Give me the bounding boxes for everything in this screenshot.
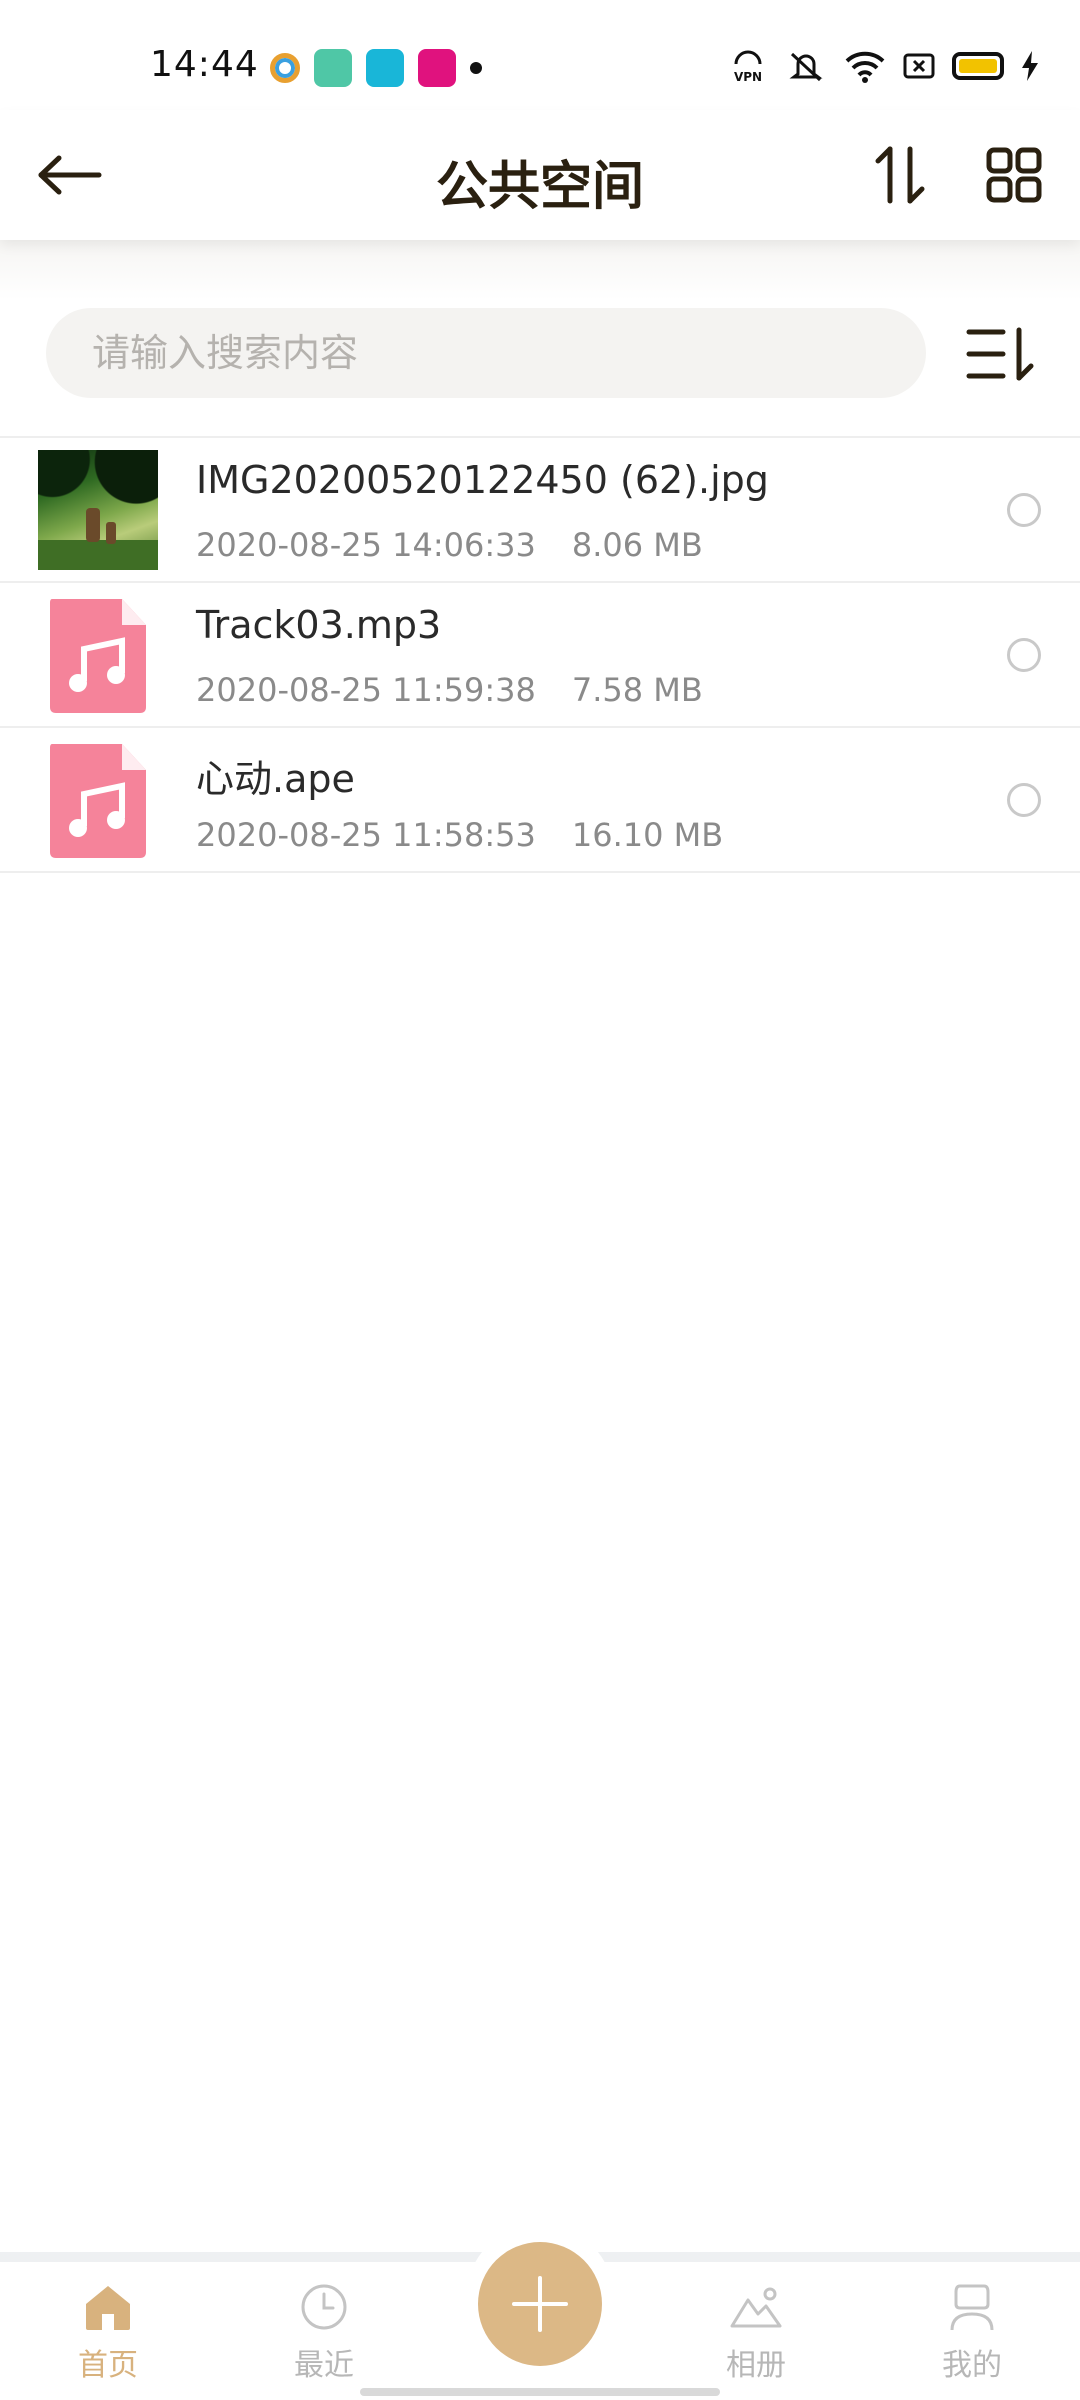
image-thumbnail: [38, 450, 158, 570]
file-list: IMG20200520122450 (62).jpg 2020-08-25 14…: [0, 436, 1080, 873]
svg-text:VPN: VPN: [734, 70, 762, 84]
file-date: 2020-08-25 11:58:53: [196, 816, 536, 854]
file-date: 2020-08-25 14:06:33: [196, 526, 536, 564]
browser-app-icon: [270, 53, 300, 83]
clock-icon: [301, 2284, 347, 2330]
system-icons: VPN: [728, 48, 1040, 84]
nav-label-album: 相册: [726, 2348, 786, 2383]
status-time: 14:44: [150, 44, 259, 85]
nav-item-recent[interactable]: 最近: [254, 2280, 394, 2390]
sort-button[interactable]: [862, 140, 938, 210]
sim-icon: [903, 53, 935, 79]
file-date: 2020-08-25 11:59:38: [196, 671, 536, 709]
notification-icons: [270, 48, 482, 88]
file-row[interactable]: 心动.ape 2020-08-25 11:58:53 16.10 MB: [0, 728, 1080, 873]
nav-item-home[interactable]: 首页: [38, 2280, 178, 2390]
file-name: 心动.ape: [196, 757, 355, 801]
file-row[interactable]: IMG20200520122450 (62).jpg 2020-08-25 14…: [0, 438, 1080, 583]
home-icon: [86, 2286, 130, 2330]
search-bar[interactable]: [46, 308, 926, 398]
nav-item-album[interactable]: 相册: [686, 2280, 826, 2390]
sort-list-icon: [966, 327, 1034, 381]
plus-icon: [512, 2276, 568, 2332]
nav-label-recent: 最近: [294, 2348, 354, 2383]
search-input[interactable]: [92, 331, 926, 375]
file-meta: 2020-08-25 11:58:53 16.10 MB: [196, 816, 723, 854]
news-app-icon: [418, 49, 456, 87]
file-size: 16.10 MB: [571, 816, 724, 854]
nav-label-mine: 我的: [942, 2348, 1002, 2383]
file-meta: 2020-08-25 14:06:33 8.06 MB: [196, 526, 703, 564]
user-icon: [950, 2284, 994, 2331]
nav-label-home: 首页: [78, 2348, 138, 2383]
file-name: Track03.mp3: [196, 603, 442, 647]
charging-icon: [1022, 51, 1038, 81]
file-name: IMG20200520122450 (62).jpg: [196, 458, 769, 502]
file-row[interactable]: Track03.mp3 2020-08-25 11:59:38 7.58 MB: [0, 583, 1080, 728]
select-radio[interactable]: [1007, 783, 1041, 817]
mountain-photo-icon: [730, 2287, 782, 2328]
audio-file-icon: [50, 599, 146, 713]
sort-arrows-icon: [875, 146, 925, 204]
grid-view-icon: [986, 147, 1042, 203]
back-button[interactable]: [32, 140, 108, 210]
audio-file-icon: [50, 744, 146, 858]
header-spacer: [0, 240, 1080, 300]
home-indicator[interactable]: [360, 2388, 720, 2396]
calendar-app-icon: [314, 49, 352, 87]
file-meta: 2020-08-25 11:59:38 7.58 MB: [196, 671, 703, 709]
file-size: 8.06 MB: [571, 526, 703, 564]
status-bar: 14:44 VPN: [0, 0, 1080, 110]
nav-item-mine[interactable]: 我的: [902, 2280, 1042, 2390]
app-header: 公共空间: [0, 110, 1080, 240]
select-radio[interactable]: [1007, 638, 1041, 672]
battery-icon: [952, 52, 1004, 80]
arrow-left-icon: [38, 155, 102, 195]
file-size: 7.58 MB: [571, 671, 703, 709]
mute-icon: [789, 52, 823, 82]
list-sort-button[interactable]: [960, 316, 1040, 392]
select-radio[interactable]: [1007, 493, 1041, 527]
vpn-icon: VPN: [734, 50, 762, 84]
camera-app-icon: [366, 49, 404, 87]
add-button[interactable]: [478, 2242, 602, 2366]
more-notifications-dot: [470, 62, 482, 74]
wifi-icon: [845, 51, 885, 83]
grid-view-button[interactable]: [976, 140, 1052, 210]
